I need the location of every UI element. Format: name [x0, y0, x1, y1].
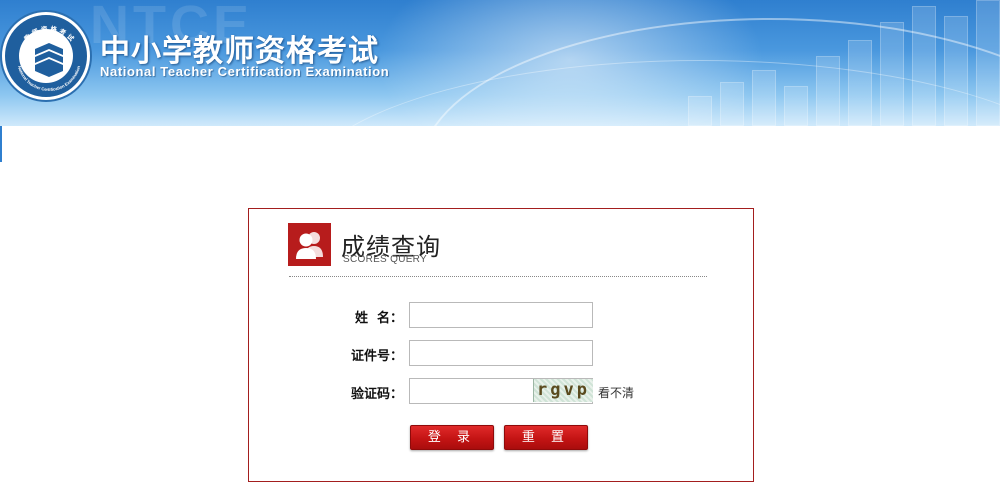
captcha-row: 验证码： rgvp 看不清	[249, 378, 755, 404]
banner-bar-graphic	[680, 0, 1000, 126]
id-number-label: 证件号：	[350, 349, 403, 364]
panel-divider	[289, 276, 707, 277]
id-row: 证件号：	[249, 340, 755, 366]
captcha-image[interactable]: rgvp	[533, 379, 593, 402]
id-number-input[interactable]	[409, 340, 593, 366]
captcha-refresh-link[interactable]: 看不清	[598, 384, 634, 401]
site-subtitle: National Teacher Certification Examinati…	[100, 64, 390, 79]
panel-subtitle: SCORES QUERY	[343, 254, 427, 265]
page-edge-accent	[0, 126, 2, 162]
name-label: 姓 名：	[354, 311, 403, 326]
svg-text:教 师 资 格 考 试: 教 师 资 格 考 试	[21, 24, 76, 44]
header-banner: NTCE 教 师 资 格 考 试 National Teacher Certif…	[0, 0, 1000, 126]
ntce-logo: 教 师 资 格 考 试 National Teacher Certificati…	[2, 12, 90, 100]
score-query-panel: 成绩查询 SCORES QUERY 姓 名： 证件号： 验证码： rgvp 看不…	[248, 208, 754, 482]
captcha-label: 验证码：	[350, 387, 403, 402]
reset-button[interactable]: 重 置	[504, 425, 588, 450]
name-input[interactable]	[409, 302, 593, 328]
name-row: 姓 名：	[249, 302, 755, 328]
users-icon	[288, 223, 331, 266]
login-button[interactable]: 登 录	[410, 425, 494, 450]
